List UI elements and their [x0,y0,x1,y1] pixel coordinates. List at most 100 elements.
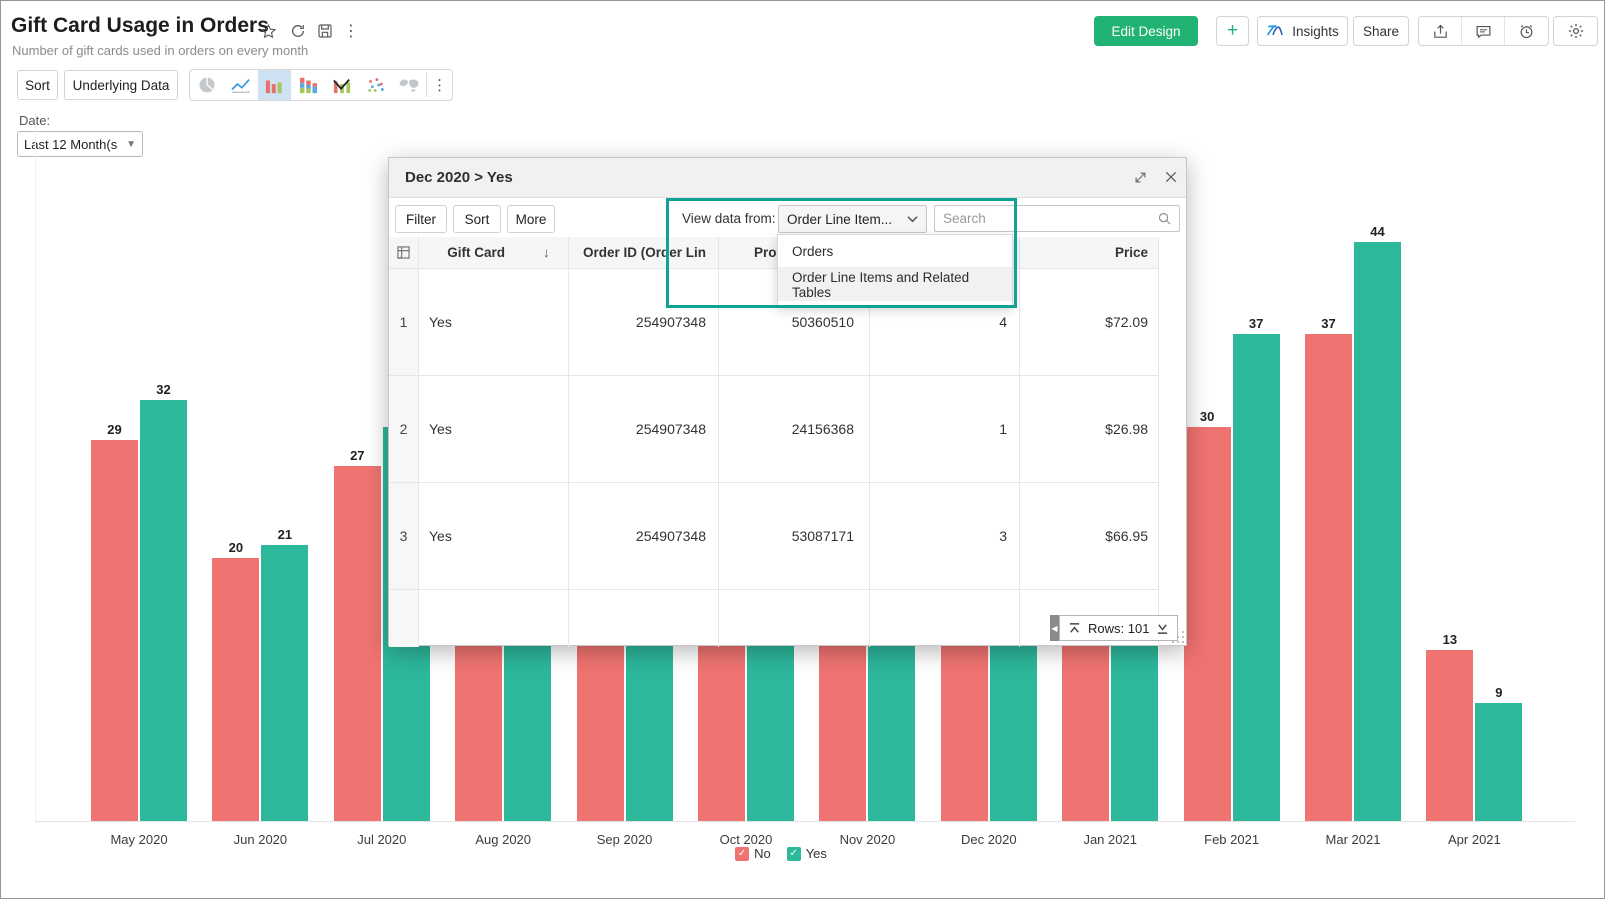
table-cell [569,590,719,647]
view-data-from-menu: OrdersOrder Line Items and Related Table… [777,234,1013,306]
x-axis-line [35,821,1575,822]
alerts-icon[interactable] [1505,17,1548,45]
table-header-row: Gift Card↓Order ID (Order LinProPrice [389,237,1159,269]
save-icon[interactable] [314,20,336,42]
bar-value-label: 27 [335,448,379,463]
table-cell [870,590,1020,647]
bar-no-10[interactable] [1305,334,1352,821]
chart-type-map-icon[interactable] [393,70,427,100]
table-row: 2Yes254907348241563681$26.98 [389,376,1159,483]
table-cell: 3 [870,483,1020,590]
bar-no-2[interactable] [334,466,381,821]
x-axis-label: Feb 2021 [1184,832,1280,847]
bar-yes-9[interactable] [1233,334,1280,821]
column-header[interactable]: Order ID (Order Lin [569,237,719,269]
x-axis-label: Nov 2020 [819,832,915,847]
bar-no-0[interactable] [91,440,138,821]
legend-item-yes[interactable]: ✓ Yes [787,846,827,861]
dialog-sort-button[interactable]: Sort [453,205,501,233]
x-axis-label: Sep 2020 [577,832,673,847]
y-axis-line [35,113,36,821]
legend-checkbox-icon[interactable]: ✓ [787,847,801,861]
table-cell: Yes [419,376,569,483]
bar-no-1[interactable] [212,558,259,821]
favorite-star-icon[interactable] [257,20,279,42]
title-more-menu-icon[interactable]: ⋮ [340,20,362,42]
legend-label: Yes [806,846,827,861]
table-cell [419,590,569,647]
x-axis-label: Jun 2020 [212,832,308,847]
scroll-to-top-icon[interactable] [1068,622,1081,635]
chart-type-more-icon[interactable]: ⋮ [427,70,452,100]
bar-no-11[interactable] [1426,650,1473,821]
view-data-from-value: Order Line Item... [787,212,892,227]
menu-option[interactable]: Order Line Items and Related Tables [778,268,1012,301]
underlying-data-button[interactable]: Underlying Data [64,70,178,100]
bar-yes-10[interactable] [1354,242,1401,821]
sort-descending-icon[interactable]: ↓ [543,245,550,260]
app-window: Gift Card Usage in Orders Number of gift… [0,0,1605,899]
dialog-filter-button[interactable]: Filter [395,205,447,233]
view-data-from-dropdown[interactable]: Order Line Item... [778,205,927,233]
table-row: 1Yes254907348503605104$72.09 [389,269,1159,376]
expand-dialog-icon[interactable] [1129,166,1151,188]
bar-yes-0[interactable] [140,400,187,821]
column-header[interactable]: Price [1020,237,1159,269]
date-filter-value: Last 12 Month(s [24,137,117,152]
chart-type-stacked-bar-icon[interactable] [291,70,325,100]
bar-value-label: 32 [142,382,186,397]
table-row [389,590,1159,647]
page-subtitle: Number of gift cards used in orders on e… [12,43,308,58]
chart-type-line-icon[interactable] [224,70,258,100]
dialog-title: Dec 2020 > Yes [405,169,513,186]
edit-design-button[interactable]: Edit Design [1094,16,1198,46]
bar-no-9[interactable] [1184,427,1231,822]
settings-gear-icon[interactable] [1553,16,1598,46]
legend-checkbox-icon[interactable]: ✓ [735,847,749,861]
bar-yes-1[interactable] [261,545,308,821]
bar-value-label: 20 [214,540,258,555]
search-input[interactable] [935,211,1157,226]
insights-button[interactable]: Insights [1257,16,1348,46]
scroll-to-bottom-icon[interactable] [1156,622,1169,635]
underlying-data-dialog: Dec 2020 > Yes Filter Sort More View dat… [388,157,1187,646]
table-cell: Yes [419,483,569,590]
chart-type-bar-icon[interactable] [258,70,292,100]
legend-label: No [754,846,771,861]
bar-yes-11[interactable] [1475,703,1522,821]
add-button[interactable]: + [1216,16,1249,46]
table-cell: 254907348 [569,483,719,590]
legend-item-no[interactable]: ✓ No [735,846,771,861]
x-axis-label: Jul 2020 [334,832,430,847]
collapse-left-tab[interactable]: ◀ [1050,615,1059,641]
table-cell [719,590,870,647]
close-dialog-icon[interactable] [1160,166,1182,188]
bar-value-label: 9 [1477,685,1521,700]
refresh-icon[interactable] [287,20,309,42]
menu-option[interactable]: Orders [778,235,1012,268]
zia-insights-icon [1266,23,1286,39]
insights-label: Insights [1292,24,1339,39]
sort-button[interactable]: Sort [17,70,58,100]
x-axis-label: May 2020 [91,832,187,847]
table-cell: $26.98 [1020,376,1159,483]
table-cell: 254907348 [569,269,719,376]
bar-value-label: 37 [1234,316,1278,331]
column-header[interactable]: Gift Card↓ [419,237,569,269]
share-button[interactable]: Share [1353,16,1409,46]
chart-type-combo-icon[interactable] [325,70,359,100]
view-data-from-label: View data from: [682,211,776,226]
rows-count-control: ◀ Rows: 101 [1050,615,1178,641]
table-cell: $72.09 [1020,269,1159,376]
table-cell: 1 [389,269,419,376]
chart-type-scatter-icon[interactable] [359,70,393,100]
chart-legend: ✓ No ✓ Yes [1,846,1561,861]
bar-value-label: 44 [1356,224,1400,239]
chart-type-pie-icon[interactable] [190,70,224,100]
export-icon[interactable] [1419,17,1462,45]
dialog-more-button[interactable]: More [507,205,555,233]
x-axis-label: Apr 2021 [1426,832,1522,847]
bar-value-label: 21 [263,527,307,542]
comments-icon[interactable] [1462,17,1505,45]
search-icon [1157,211,1172,226]
